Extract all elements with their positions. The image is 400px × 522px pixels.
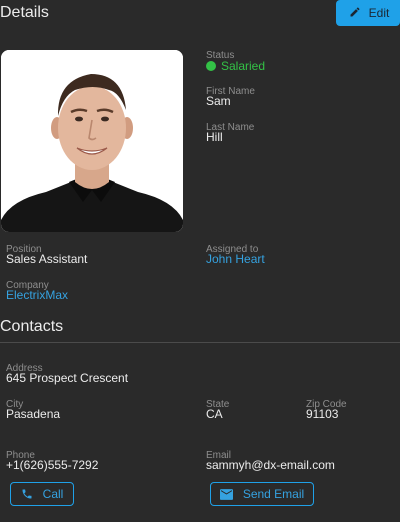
company-link[interactable]: ElectrixMax bbox=[6, 289, 68, 302]
status-dot-icon bbox=[206, 61, 216, 71]
section-divider bbox=[0, 342, 400, 343]
position-value: Sales Assistant bbox=[6, 252, 88, 266]
state-value: CA bbox=[206, 407, 223, 421]
call-button[interactable]: Call bbox=[10, 482, 74, 506]
email-value: sammyh@dx-email.com bbox=[206, 458, 335, 472]
edit-button-label: Edit bbox=[368, 6, 390, 20]
assigned-to-link[interactable]: John Heart bbox=[206, 253, 265, 266]
employee-photo bbox=[1, 50, 183, 232]
zip-value: 91103 bbox=[306, 407, 339, 421]
send-email-button[interactable]: Send Email bbox=[210, 482, 314, 506]
pencil-icon bbox=[349, 6, 361, 21]
phone-value: +1(626)555-7292 bbox=[6, 458, 99, 472]
status-text: Salaried bbox=[221, 59, 266, 73]
call-button-label: Call bbox=[42, 487, 64, 501]
edit-button[interactable]: Edit bbox=[336, 0, 400, 26]
status-value: Salaried bbox=[206, 60, 265, 73]
contacts-title: Contacts bbox=[0, 318, 64, 335]
details-title: Details bbox=[0, 4, 49, 21]
send-email-button-label: Send Email bbox=[242, 487, 305, 501]
last-name-value: Hill bbox=[206, 130, 223, 144]
first-name-value: Sam bbox=[206, 94, 231, 108]
city-value: Pasadena bbox=[6, 407, 61, 421]
envelope-icon bbox=[219, 488, 233, 500]
phone-icon bbox=[21, 488, 33, 500]
address-value: 645 Prospect Crescent bbox=[6, 371, 129, 385]
